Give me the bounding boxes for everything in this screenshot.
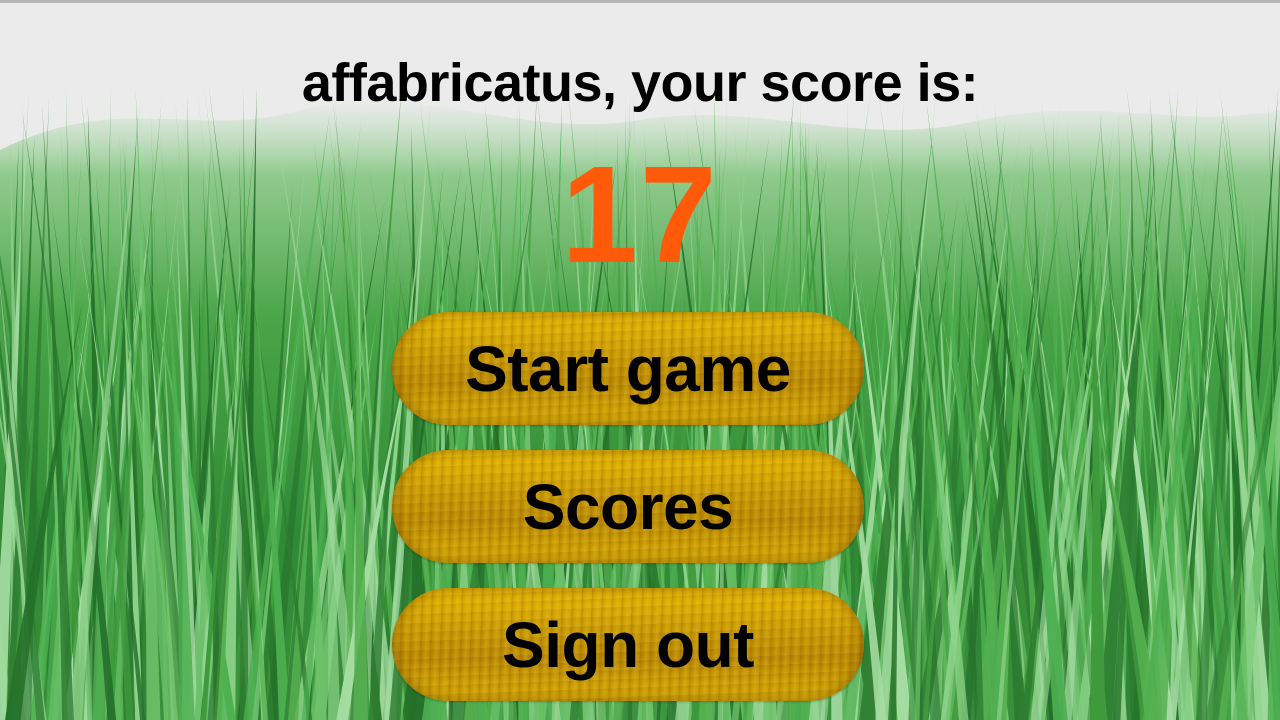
start-game-label: Start game — [465, 332, 791, 405]
scores-label: Scores — [522, 470, 734, 543]
sign-out-button[interactable]: Sign out — [392, 588, 864, 701]
score-headline: affabricatus, your score is: — [301, 53, 979, 113]
scores-button[interactable]: Scores — [392, 450, 864, 563]
sign-out-label: Sign out — [502, 608, 754, 681]
status-bar-edge — [0, 0, 1280, 3]
start-game-button[interactable]: Start game — [392, 312, 864, 425]
score-value: 17 — [561, 138, 719, 292]
